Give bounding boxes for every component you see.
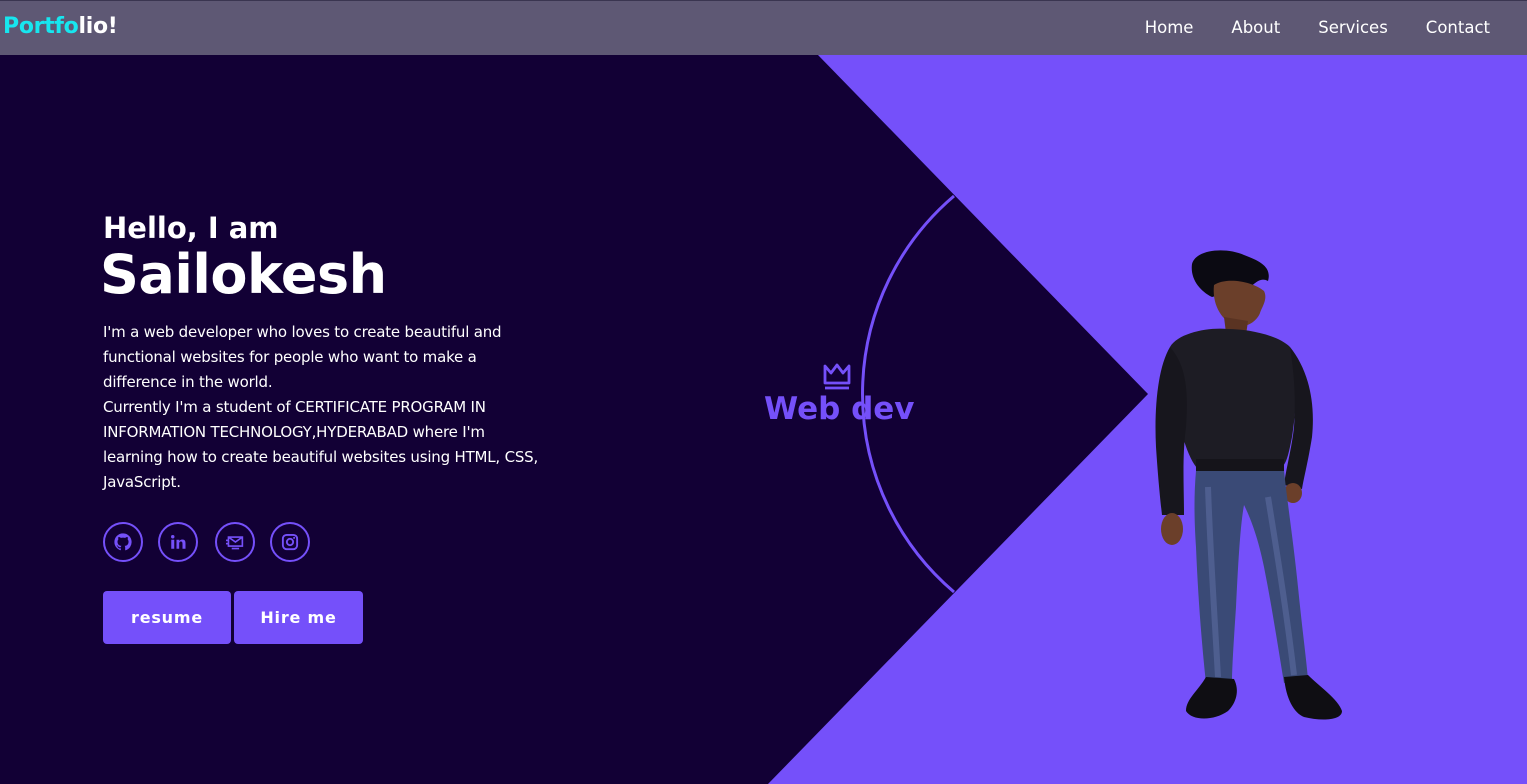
social-links <box>103 522 310 562</box>
logo-part-rest: lio! <box>78 14 118 39</box>
bio-line-2: Currently I'm a student of CERTIFICATE P… <box>103 398 539 491</box>
linkedin-icon <box>171 535 186 549</box>
instagram-icon <box>281 533 299 551</box>
nav-links: Home About Services Contact <box>1145 18 1490 37</box>
nav-link-home[interactable]: Home <box>1145 18 1194 37</box>
logo[interactable]: Portfolio! <box>3 14 118 39</box>
mail-icon <box>226 536 244 550</box>
name-heading: Sailokesh <box>100 243 387 306</box>
web-dev-badge: Web dev <box>764 361 915 427</box>
github-icon <box>114 533 132 551</box>
crown-icon <box>823 363 850 390</box>
resume-button[interactable]: resume <box>103 591 231 644</box>
nav-link-contact[interactable]: Contact <box>1426 18 1490 37</box>
github-link[interactable] <box>103 522 143 562</box>
profile-photo <box>1155 250 1342 720</box>
bio-paragraph: I'm a web developer who loves to create … <box>103 320 548 495</box>
greeting-heading: Hello, I am <box>103 211 279 245</box>
nav-link-about[interactable]: About <box>1231 18 1280 37</box>
instagram-link[interactable] <box>270 522 310 562</box>
mail-link[interactable] <box>215 522 255 562</box>
logo-part-accent: Portfo <box>3 14 79 39</box>
linkedin-link[interactable] <box>158 522 198 562</box>
nav-link-services[interactable]: Services <box>1318 18 1388 37</box>
cta-buttons: resume Hire me <box>103 591 363 644</box>
hero-section: Hello, I am Sailokesh I'm a web develope… <box>0 55 1527 784</box>
navbar: Portfolio! Home About Services Contact <box>0 0 1527 55</box>
web-dev-label: Web dev <box>764 391 915 427</box>
bio-line-1: I'm a web developer who loves to create … <box>103 323 502 391</box>
hire-me-button[interactable]: Hire me <box>234 591 363 644</box>
